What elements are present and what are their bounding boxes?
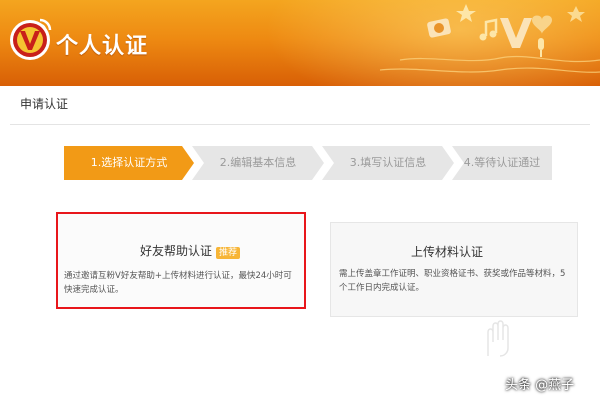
step-1-label: 1.选择认证方式 <box>90 156 168 169</box>
section-title: 申请认证 <box>20 97 69 111</box>
microphone-icon <box>538 38 544 57</box>
heart-icon <box>532 15 552 34</box>
friend-help-desc: 通过邀请互粉V好友帮助+上传材料进行认证，最快24小时可快速完成认证。 <box>64 271 292 295</box>
step-3: 3.填写认证信息 <box>322 146 454 180</box>
section-divider <box>10 124 590 125</box>
step-4: 4.等待认证通过 <box>452 146 552 180</box>
recommend-badge: 推荐 <box>216 247 241 259</box>
header-decorations <box>379 4 600 73</box>
step-3-label: 3.填写认证信息 <box>349 156 427 169</box>
friend-help-title: 好友帮助认证 <box>140 244 213 258</box>
header-banner: 个人认证 <box>0 0 600 86</box>
step-2-label: 2.编辑基本信息 <box>219 156 297 169</box>
camera-icon <box>427 18 451 38</box>
music-note-icon <box>479 18 498 41</box>
upload-material-desc: 需上传盖章工作证明、职业资格证书、获奖或作品等材料，5个工作日内完成认证。 <box>339 269 566 293</box>
v-deco-icon <box>500 18 532 48</box>
step-4-label: 4.等待认证通过 <box>463 156 541 169</box>
star-icon <box>456 4 476 22</box>
step-1: 1.选择认证方式 <box>64 146 194 180</box>
step-2: 2.编辑基本信息 <box>192 146 324 180</box>
hand-pointer-icon <box>487 320 509 357</box>
upload-material-title: 上传材料认证 <box>411 245 484 259</box>
upload-material-card[interactable]: 上传材料认证 需上传盖章工作证明、职业资格证书、获奖或作品等材料，5个工作日内完… <box>330 222 578 317</box>
friend-help-card[interactable]: 好友帮助认证 推荐 通过邀请互粉V好友帮助+上传材料进行认证，最快24小时可快速完… <box>56 212 306 309</box>
watermark: 头条 @燕子 <box>505 378 575 393</box>
